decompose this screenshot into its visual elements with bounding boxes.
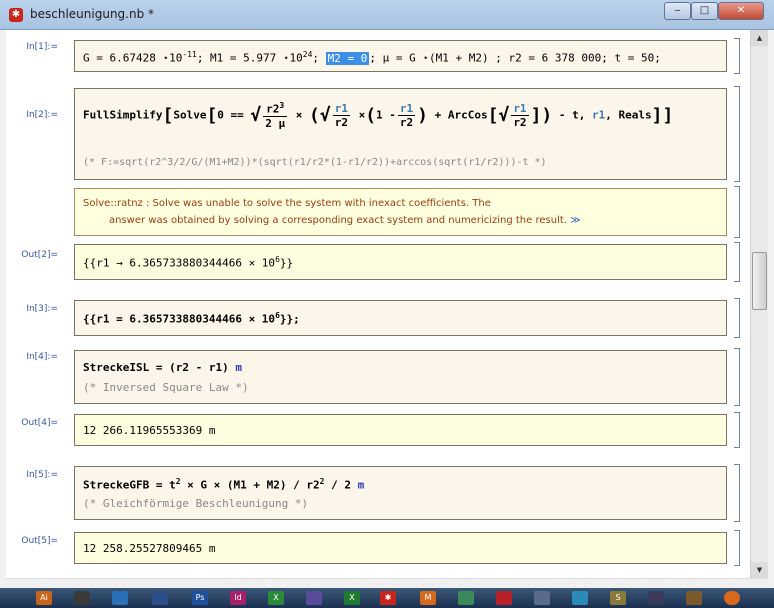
app-icon[interactable] — [724, 591, 740, 605]
input-cell-5[interactable]: StreckeGFB = t2 × G × (M1 + M2) / r22 / … — [74, 466, 727, 520]
excel-icon[interactable]: X — [344, 591, 360, 605]
output-cell-2[interactable]: {{r1 → 6.365733880344466 × 106}} — [74, 244, 727, 280]
input-cell-3[interactable]: {{r1 = 6.365733880344466 × 106}}; — [74, 300, 727, 336]
cell-label-out4: Out[4]= — [21, 418, 58, 428]
app-icon[interactable] — [74, 591, 90, 605]
cell-output: {{r1 → 6.365733880344466 × 106}} — [83, 255, 294, 270]
title-bar[interactable]: ✱ beschleunigung.nb * ‒ □ ✕ — [0, 0, 774, 30]
cell-code: FullSimplify[Solve[0 == √ r23 2 μ × (√ r1 r2… — [83, 101, 674, 130]
mathematica-window: ✱ beschleunigung.nb * ‒ □ ✕ In[1]:= G = … — [0, 0, 774, 608]
selected-text[interactable]: M2 = 0 — [325, 51, 370, 65]
cell-comment: (* Inversed Square Law *) — [83, 381, 249, 394]
cell-label-in3: In[3]:= — [26, 304, 58, 314]
app-icon[interactable] — [496, 591, 512, 605]
scroll-thumb[interactable] — [752, 252, 767, 310]
cell-output: 12 266.11965553369 m — [83, 424, 216, 437]
app-icon[interactable] — [534, 591, 550, 605]
cell-comment: (* F:=sqrt(r2^3/2/G/(M1+M2))*(sqrt(r1/r2… — [83, 157, 547, 168]
output-cell-5[interactable]: 12 258.25527809465 m — [74, 532, 727, 564]
cell-bracket[interactable] — [734, 298, 740, 338]
mathematica-app-icon: ✱ — [9, 8, 23, 22]
cell-bracket[interactable] — [734, 186, 740, 238]
cell-label-in1: In[1]:= — [26, 42, 58, 52]
excel-icon[interactable]: X — [268, 591, 284, 605]
mathematica-taskbar-icon[interactable]: ✱ — [380, 591, 396, 605]
cell-label-in5: In[5]:= — [26, 470, 58, 480]
taskbar: Ai Ps Id X X ✱ M S — [0, 588, 774, 608]
scroll-down-arrow-icon[interactable]: ▼ — [751, 562, 768, 578]
cell-bracket[interactable] — [734, 464, 740, 522]
cell-output: 12 258.25527809465 m — [83, 542, 216, 555]
cell-bracket[interactable] — [734, 412, 740, 448]
cell-label-out5: Out[5]= — [21, 536, 58, 546]
cell-bracket[interactable] — [734, 530, 740, 566]
app-icon[interactable] — [152, 591, 168, 605]
cell-code: StreckeISL = (r2 - r1) m — [83, 361, 242, 374]
input-cell-4[interactable]: StreckeISL = (r2 - r1) m (* Inversed Squ… — [74, 350, 727, 404]
cell-bracket[interactable] — [734, 242, 740, 282]
output-cell-4[interactable]: 12 266.11965553369 m — [74, 414, 727, 446]
app-icon[interactable] — [458, 591, 474, 605]
window-title: beschleunigung.nb * — [30, 7, 155, 21]
notebook-area[interactable]: In[1]:= G = 6.67428 ⋆10-11; M1 = 5.977 ⋆… — [6, 30, 750, 578]
close-button[interactable]: ✕ — [718, 2, 764, 20]
minimize-button[interactable]: ‒ — [664, 2, 691, 20]
app-icon[interactable] — [112, 591, 128, 605]
message-line-1: Solve::ratnz : Solve was unable to solve… — [83, 198, 491, 209]
cell-code: G = 6.67428 ⋆10-11; M1 = 5.977 ⋆1024; M2… — [83, 50, 661, 65]
input-cell-2[interactable]: FullSimplify[Solve[0 == √ r23 2 μ × (√ r1 r2… — [74, 88, 727, 180]
photoshop-icon[interactable]: Ps — [192, 591, 208, 605]
input-cell-1[interactable]: G = 6.67428 ⋆10-11; M1 = 5.977 ⋆1024; M2… — [74, 40, 727, 72]
scroll-up-arrow-icon[interactable]: ▲ — [751, 30, 768, 46]
cell-code: {{r1 = 6.365733880344466 × 106}}; — [83, 311, 300, 326]
app-icon[interactable] — [648, 591, 664, 605]
maximize-button[interactable]: □ — [691, 2, 718, 20]
matlab-icon[interactable]: M — [420, 591, 436, 605]
cell-label-in2: In[2]:= — [26, 110, 58, 120]
cell-comment: (* Gleichförmige Beschleunigung *) — [83, 497, 309, 510]
horizontal-scrollbar[interactable] — [6, 578, 768, 588]
cell-bracket[interactable] — [734, 86, 740, 182]
cell-bracket[interactable] — [734, 38, 740, 74]
cell-bracket[interactable] — [734, 348, 740, 406]
indesign-icon[interactable]: Id — [230, 591, 246, 605]
message-line-2: answer was obtained by solving a corresp… — [109, 215, 581, 226]
cell-label-in4: In[4]:= — [26, 352, 58, 362]
cell-code: StreckeGFB = t2 × G × (M1 + M2) / r22 / … — [83, 477, 365, 492]
app-icon[interactable] — [572, 591, 588, 605]
app-icon[interactable] — [306, 591, 322, 605]
app-icon[interactable] — [686, 591, 702, 605]
cell-label-out2: Out[2]= — [21, 250, 58, 260]
app-icon[interactable]: S — [610, 591, 626, 605]
message-cell[interactable]: Solve::ratnz : Solve was unable to solve… — [74, 188, 727, 236]
illustrator-icon[interactable]: Ai — [36, 591, 52, 605]
vertical-scrollbar[interactable]: ▲ ▼ — [750, 30, 768, 578]
more-info-link[interactable]: ≫ — [570, 215, 580, 226]
